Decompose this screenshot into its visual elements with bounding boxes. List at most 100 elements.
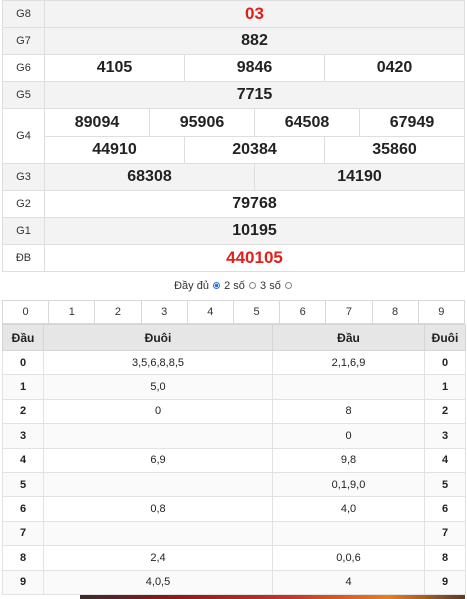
head-digit: 0: [2, 349, 44, 376]
digit-filter-button[interactable]: 1: [48, 300, 96, 324]
prize-label: G8: [2, 0, 45, 28]
tail-digits: 3,5,6,8,8,5: [43, 349, 273, 376]
prize-row-g1: G1 10195: [2, 217, 465, 245]
table-row: 9 4,0,5 4 9: [2, 569, 466, 595]
prize-value: 20384: [184, 136, 325, 164]
option-full-label[interactable]: Đầy đủ: [174, 280, 209, 292]
radio-extra[interactable]: [284, 282, 292, 290]
ad-banner[interactable]: [80, 595, 465, 599]
head-digit: 8: [2, 545, 44, 571]
prize-row-g5: G5 7715: [2, 81, 465, 109]
prize-label: G1: [2, 217, 45, 245]
head-digits: 4: [272, 569, 425, 595]
prize-value: 14190: [254, 163, 465, 191]
head-digits: 2,1,6,9: [272, 349, 425, 376]
table-row: 4 6,9 9,8 4: [2, 447, 466, 473]
prize-row-g4: G4 89094 95906 64508 67949: [2, 108, 465, 164]
prize-value: 67949: [359, 108, 465, 137]
digit-filter-button[interactable]: 6: [279, 300, 327, 324]
head-digit: 2: [2, 398, 44, 425]
digit-filter-button[interactable]: 3: [140, 300, 188, 324]
tail-digits: [43, 471, 273, 498]
prize-value: 9846: [184, 54, 325, 82]
prize-value: 4105: [44, 54, 185, 82]
digit-filter-button[interactable]: 4: [186, 300, 234, 324]
head-digits: [272, 374, 425, 400]
prize-label: ĐB: [2, 244, 45, 272]
tail-digit: 1: [424, 374, 466, 400]
digit-filter-button[interactable]: 0: [1, 300, 50, 324]
tail-digit: 5: [424, 471, 466, 498]
prize-row-g6: G6 4105 9846 0420: [2, 54, 465, 82]
tail-digits: 4,0,5: [43, 569, 273, 595]
results-table: G8 03 G7 882 G6 4105 9846 0420 G5 7715 G…: [2, 0, 465, 272]
tail-digit: 3: [424, 423, 466, 449]
tail-digits: 2,4: [43, 545, 273, 571]
table-row: 0 3,5,6,8,8,5 2,1,6,9 0: [2, 349, 466, 376]
prize-row-g3: G3 68308 14190: [2, 163, 465, 191]
prize-value: 0420: [324, 54, 465, 82]
prize-value: 7715: [44, 81, 465, 109]
tail-digits: 0,8: [43, 496, 273, 522]
prize-row-g8: G8 03: [2, 0, 465, 28]
tail-digit: 6: [424, 496, 466, 522]
loto-body: 0 3,5,6,8,8,5 2,1,6,9 0 1 5,0 1 2 0 8 2 3 0 3 4 6,9 9,8 4…: [2, 349, 466, 595]
table-row: 5 0,1,9,0 5: [2, 471, 466, 498]
prize-value: 64508: [254, 108, 360, 137]
prize-label: G2: [2, 190, 45, 218]
option-two-label[interactable]: 2 số: [224, 280, 245, 292]
prize-label: G3: [2, 163, 45, 191]
prize-row-special: ĐB 440105: [2, 244, 465, 272]
head-digit: 6: [2, 496, 44, 522]
head-digit: 3: [2, 423, 44, 449]
digit-filter-button[interactable]: 2: [94, 300, 142, 324]
tail-digit: 7: [424, 520, 466, 547]
prize-value: 68308: [44, 163, 255, 191]
tail-digits: 0: [43, 398, 273, 425]
prize-value: 35860: [324, 136, 465, 164]
prize-row-g4-second: 44910 20384 35860: [3, 136, 465, 164]
display-options: Đầy đủ 2 số 3 số: [0, 280, 467, 292]
table-row: 1 5,0 1: [2, 374, 466, 400]
radio-two-digits[interactable]: [213, 282, 221, 290]
prize-value: 79768: [44, 190, 465, 218]
tail-digit: 0: [424, 349, 466, 376]
head-digits: [272, 520, 425, 547]
table-row: 77: [2, 520, 466, 547]
digit-filter-button[interactable]: 8: [371, 300, 419, 324]
digit-filter-button[interactable]: 9: [417, 300, 466, 324]
prize-value: 882: [44, 27, 465, 55]
prize-value: 89094: [44, 108, 150, 137]
prize-label: G5: [2, 81, 45, 109]
prize-label: G6: [2, 54, 45, 82]
head-digits: 0,0,6: [272, 545, 425, 571]
digit-filter-button[interactable]: 5: [232, 300, 281, 324]
prize-label: G4: [2, 108, 45, 164]
header-duoi-2: Đuôi: [424, 324, 466, 351]
option-three-label[interactable]: 3 số: [260, 280, 281, 292]
prize-value: 44910: [44, 136, 185, 164]
prize-row-g2: G2 79768: [2, 190, 465, 218]
digit-filter: 0 1 2 3 4 5 6 7 8 9: [1, 300, 466, 324]
radio-three-digits[interactable]: [248, 282, 256, 290]
head-digits: 9,8: [272, 447, 425, 473]
loto-table: Đầu Đuôi Đầu Đuôi 0 3,5,6,8,8,5 2,1,6,9 0 1 5…: [2, 324, 466, 595]
prize-label: G7: [2, 27, 45, 55]
prize-value: 95906: [149, 108, 255, 137]
head-digits: 0,1,9,0: [272, 471, 425, 498]
table-row: 6 0,8 4,0 6: [2, 496, 466, 522]
tail-digits: [43, 520, 273, 547]
head-digits: 4,0: [272, 496, 425, 522]
digit-filter-row: 0 1 2 3 4 5 6 7 8 9: [1, 300, 466, 324]
prize-value: 10195: [44, 217, 465, 245]
loto-header-row: Đầu Đuôi Đầu Đuôi: [2, 324, 466, 351]
digit-filter-button[interactable]: 7: [325, 300, 373, 324]
prize-row-g7: G7 882: [2, 27, 465, 55]
head-digit: 9: [2, 569, 44, 595]
head-digits: 0: [272, 423, 425, 449]
head-digit: 1: [2, 374, 44, 400]
table-row: 2082: [2, 398, 466, 425]
header-dau-2: Đầu: [272, 324, 425, 351]
tail-digit: 8: [424, 545, 466, 571]
tail-digit: 4: [424, 447, 466, 473]
